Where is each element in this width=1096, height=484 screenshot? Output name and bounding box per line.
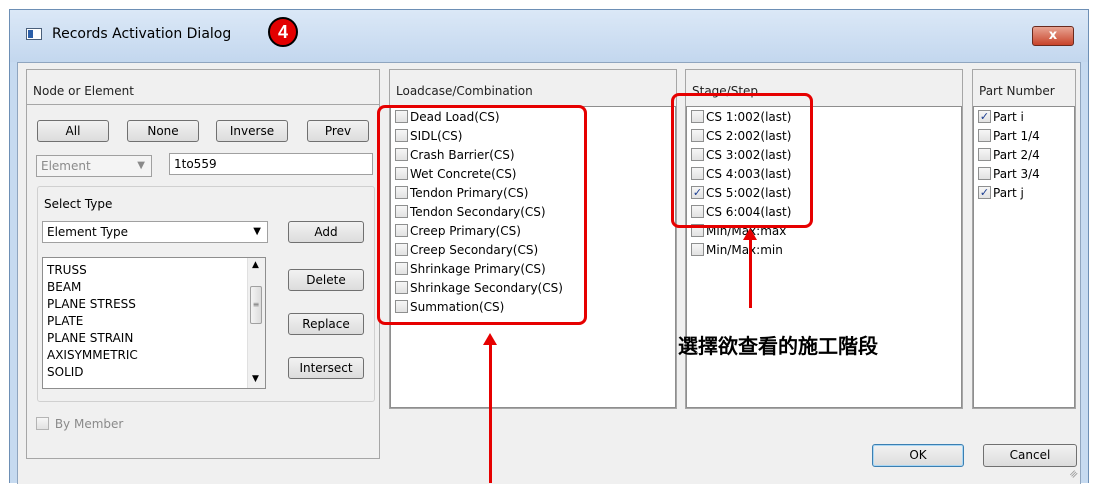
- step-badge: 4: [268, 17, 298, 47]
- stage-arrow-line: [749, 238, 752, 308]
- scroll-thumb[interactable]: ≡: [250, 286, 262, 324]
- stage-item-label: Min/Max:min: [706, 243, 783, 257]
- prev-button[interactable]: Prev: [307, 120, 369, 142]
- part-item-label: Part 3/4: [993, 167, 1040, 181]
- by-member-label: By Member: [54, 417, 124, 431]
- part-item[interactable]: Part 2/4: [978, 146, 1040, 164]
- element-combo-value: Element: [41, 159, 91, 173]
- checkbox-icon[interactable]: [978, 129, 991, 142]
- resize-grip-icon[interactable]: ≡: [1067, 468, 1081, 482]
- by-member-checkbox[interactable]: By Member: [36, 415, 123, 433]
- stage-item[interactable]: Min/Max:min: [691, 241, 783, 259]
- delete-button[interactable]: Delete: [288, 269, 364, 291]
- checkbox-icon[interactable]: [978, 167, 991, 180]
- checkbox-checked-icon[interactable]: ✓: [978, 110, 991, 123]
- checkbox-checked-icon[interactable]: ✓: [978, 186, 991, 199]
- inverse-button[interactable]: Inverse: [216, 120, 288, 142]
- element-type-item[interactable]: PLANE STRESS: [47, 296, 136, 312]
- part-item-label: Part i: [993, 110, 1024, 124]
- range-input[interactable]: 1to559: [169, 153, 373, 175]
- intersect-button[interactable]: Intersect: [288, 357, 364, 379]
- node-element-header: Node or Element: [33, 84, 134, 98]
- chevron-down-icon: ▼: [253, 226, 261, 237]
- element-type-combo[interactable]: Element Type ▼: [42, 221, 268, 243]
- close-button[interactable]: x: [1032, 26, 1074, 46]
- ok-button[interactable]: OK: [872, 444, 964, 467]
- all-button[interactable]: All: [37, 120, 109, 142]
- part-item[interactable]: ✓ Part j: [978, 184, 1024, 202]
- part-item[interactable]: Part 3/4: [978, 165, 1040, 183]
- element-type-value: Element Type: [47, 225, 129, 239]
- add-button[interactable]: Add: [288, 221, 364, 243]
- element-type-items: TRUSS BEAM PLANE STRESS PLATE PLANE STRAIN AX…: [43, 262, 243, 386]
- stage-annotation: 選擇欲查看的施工階段: [678, 334, 878, 358]
- select-type-group: Select Type Element Type ▼ Add Delete Re…: [37, 186, 375, 402]
- element-type-item[interactable]: PLATE: [47, 313, 83, 329]
- element-type-item[interactable]: TRUSS: [47, 262, 87, 278]
- none-button[interactable]: None: [127, 120, 199, 142]
- node-element-panel: Node or Element All None Inverse Prev El…: [26, 69, 380, 459]
- scroll-up-icon[interactable]: ▲: [252, 260, 259, 270]
- element-type-item[interactable]: PLANE STRAIN: [47, 330, 133, 346]
- part-item-label: Part 2/4: [993, 148, 1040, 162]
- by-member-box: [36, 417, 49, 430]
- scroll-down-icon[interactable]: ▼: [252, 374, 259, 384]
- checkbox-icon[interactable]: [978, 148, 991, 161]
- part-item[interactable]: Part 1/4: [978, 127, 1040, 145]
- part-item-label: Part 1/4: [993, 129, 1040, 143]
- part-panel: Part Number ✓ Part i Part 1/4 Part 2/4 Part …: [972, 69, 1076, 409]
- replace-button[interactable]: Replace: [288, 313, 364, 335]
- scrollbar[interactable]: ▲ ≡ ▼: [247, 258, 265, 388]
- title-bar[interactable]: Records Activation Dialog 4 x: [10, 10, 1088, 62]
- part-header: Part Number: [979, 84, 1055, 98]
- part-item-label: Part j: [993, 186, 1024, 200]
- element-type-item[interactable]: SOLID: [47, 364, 84, 380]
- stage-highlight: [671, 93, 813, 228]
- select-type-label: Select Type: [44, 197, 113, 211]
- chevron-down-icon: ▼: [137, 160, 145, 171]
- loadcase-arrow-line: [489, 343, 492, 483]
- part-item[interactable]: ✓ Part i: [978, 108, 1024, 126]
- element-type-item[interactable]: AXISYMMETRIC: [47, 347, 138, 363]
- dialog-title: Records Activation Dialog: [52, 26, 232, 42]
- loadcase-highlight: [377, 105, 587, 325]
- element-type-item[interactable]: BEAM: [47, 279, 81, 295]
- element-type-list[interactable]: TRUSS BEAM PLANE STRESS PLATE PLANE STRAIN AX…: [42, 257, 266, 389]
- app-icon: [26, 28, 42, 40]
- cancel-button[interactable]: Cancel: [983, 444, 1077, 467]
- element-combo[interactable]: Element ▼: [36, 155, 152, 177]
- checkbox-icon[interactable]: [691, 243, 704, 256]
- loadcase-header: Loadcase/Combination: [396, 84, 533, 98]
- part-list[interactable]: ✓ Part i Part 1/4 Part 2/4 Part 3/4 ✓ Part j: [973, 106, 1075, 408]
